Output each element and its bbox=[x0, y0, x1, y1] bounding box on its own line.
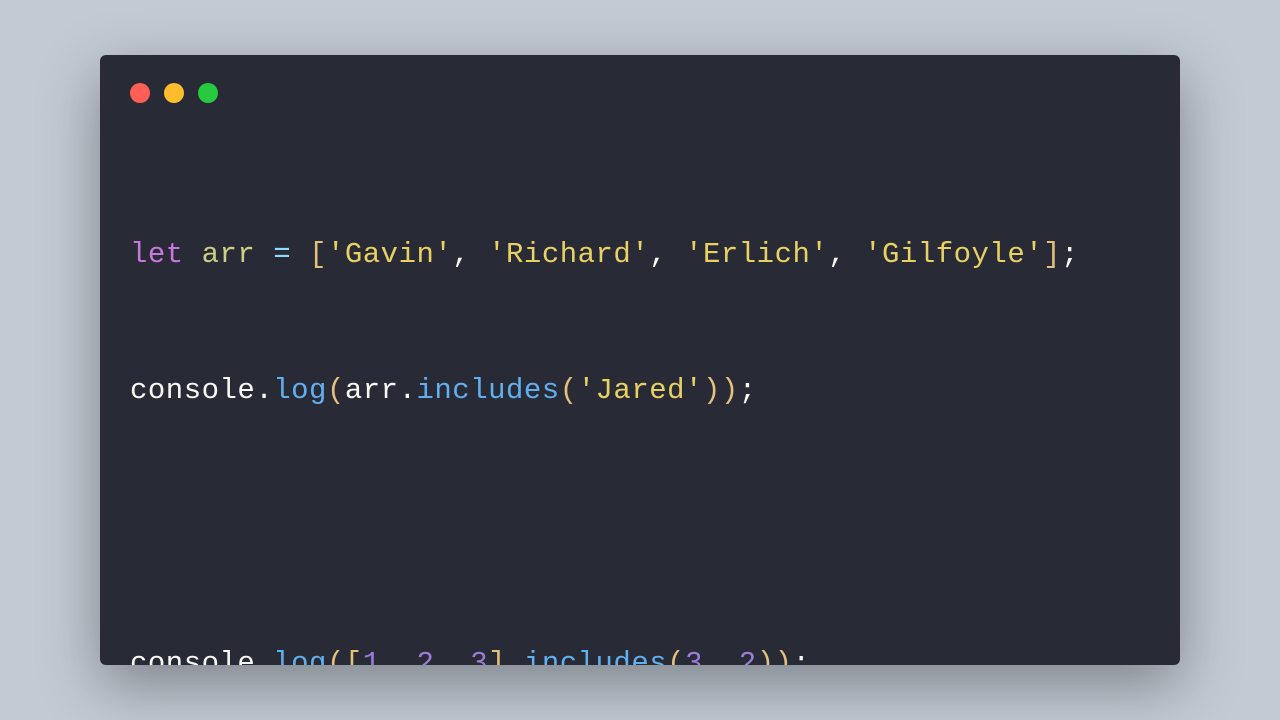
identifier-arr: arr bbox=[345, 374, 399, 407]
code-block: let arr = ['Gavin', 'Richard', 'Erlich',… bbox=[130, 153, 1150, 665]
comma: , bbox=[703, 647, 721, 665]
comma: , bbox=[828, 238, 846, 271]
dot: . bbox=[255, 374, 273, 407]
comma: , bbox=[434, 647, 452, 665]
string-jared: 'Jared' bbox=[578, 374, 703, 407]
bracket-open: [ bbox=[345, 647, 363, 665]
semicolon: ; bbox=[739, 374, 757, 407]
identifier-arr: arr bbox=[202, 238, 256, 271]
number: 3 bbox=[685, 647, 703, 665]
paren-close: ) bbox=[703, 374, 721, 407]
bracket-open: [ bbox=[309, 238, 327, 271]
bracket-close: ] bbox=[1043, 238, 1061, 271]
semicolon: ; bbox=[1061, 238, 1079, 271]
minimize-icon[interactable] bbox=[164, 83, 184, 103]
number: 2 bbox=[739, 647, 757, 665]
paren-open: ( bbox=[327, 374, 345, 407]
number: 2 bbox=[416, 647, 434, 665]
paren-open: ( bbox=[667, 647, 685, 665]
identifier-console: console bbox=[130, 374, 255, 407]
comma: , bbox=[452, 238, 470, 271]
paren-close: ) bbox=[721, 374, 739, 407]
string-erlich: 'Erlich' bbox=[685, 238, 828, 271]
code-line-1: let arr = ['Gavin', 'Richard', 'Erlich',… bbox=[130, 221, 1150, 289]
paren-open: ( bbox=[560, 374, 578, 407]
method-log: log bbox=[273, 374, 327, 407]
code-line-2: console.log(arr.includes('Jared')); bbox=[130, 357, 1150, 425]
comma: , bbox=[649, 238, 667, 271]
maximize-icon[interactable] bbox=[198, 83, 218, 103]
method-log: log bbox=[273, 647, 327, 665]
comma: , bbox=[381, 647, 399, 665]
code-line-3: console.log([1, 2, 3].includes(3, 2)); bbox=[130, 630, 1150, 665]
dot: . bbox=[506, 647, 524, 665]
string-richard: 'Richard' bbox=[488, 238, 649, 271]
paren-close: ) bbox=[757, 647, 775, 665]
identifier-console: console bbox=[130, 647, 255, 665]
semicolon: ; bbox=[793, 647, 811, 665]
dot: . bbox=[399, 374, 417, 407]
code-window: let arr = ['Gavin', 'Richard', 'Erlich',… bbox=[100, 55, 1180, 665]
blank-line bbox=[130, 494, 1150, 562]
number: 3 bbox=[470, 647, 488, 665]
close-icon[interactable] bbox=[130, 83, 150, 103]
string-gavin: 'Gavin' bbox=[327, 238, 452, 271]
string-gilfoyle: 'Gilfoyle' bbox=[864, 238, 1043, 271]
dot: . bbox=[255, 647, 273, 665]
window-controls bbox=[130, 83, 1150, 103]
keyword-let: let bbox=[130, 238, 184, 271]
bracket-close: ] bbox=[488, 647, 506, 665]
method-includes: includes bbox=[416, 374, 559, 407]
operator-equals: = bbox=[273, 238, 291, 271]
paren-open: ( bbox=[327, 647, 345, 665]
paren-close: ) bbox=[775, 647, 793, 665]
method-includes: includes bbox=[524, 647, 667, 665]
number: 1 bbox=[363, 647, 381, 665]
